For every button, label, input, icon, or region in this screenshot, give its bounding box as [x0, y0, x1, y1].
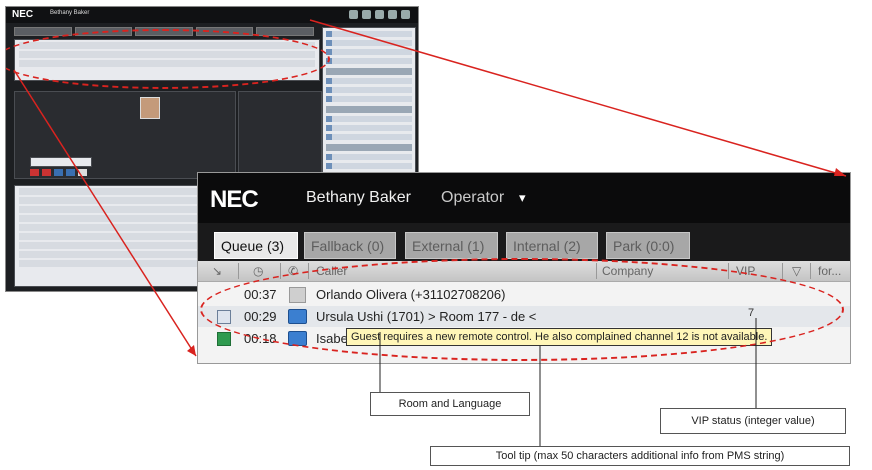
red-zoom-line-bottom — [13, 69, 197, 357]
red-arrowhead — [187, 345, 196, 356]
callout-vip-status: VIP status (integer value) — [660, 408, 846, 434]
callout-tool-tip: Tool tip (max 50 characters additional i… — [430, 446, 850, 466]
red-zoom-line-top — [309, 19, 847, 177]
red-arrowhead — [834, 168, 846, 176]
callout-room-language: Room and Language — [370, 392, 530, 416]
